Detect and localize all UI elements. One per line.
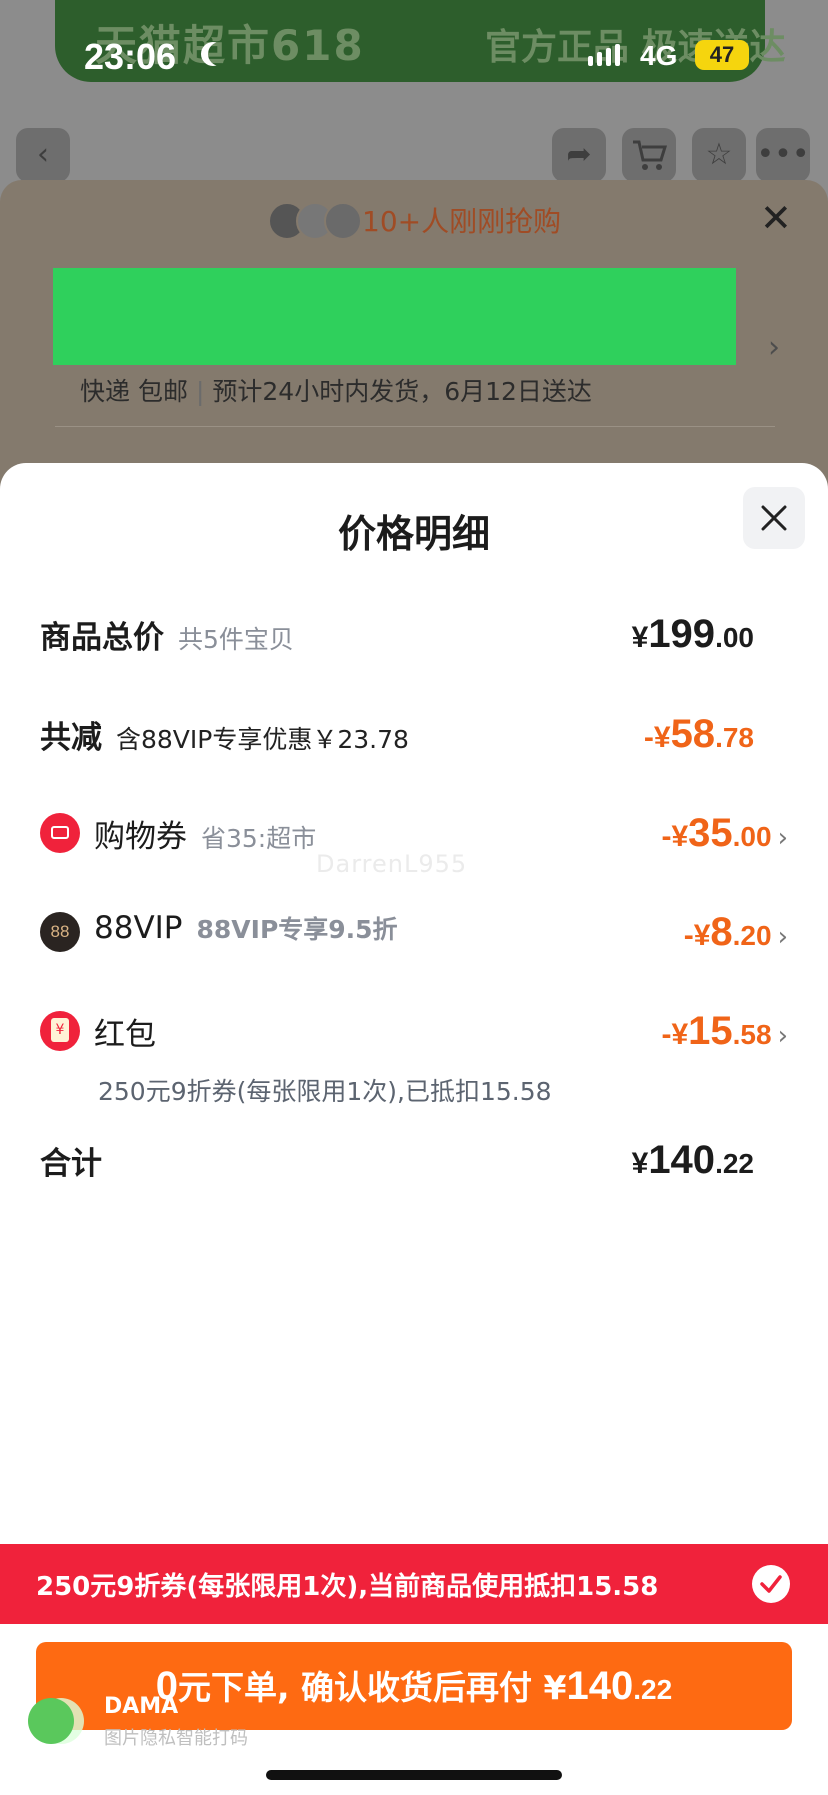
- amount-dec: .00: [732, 821, 772, 852]
- delivery-info: 快递 包邮 | 预计24小时内发货，6月12日送达: [80, 377, 592, 406]
- signal-icon: [588, 44, 620, 66]
- currency: ¥: [631, 621, 649, 654]
- status-time: 23:06: [84, 36, 177, 77]
- amount-dec: .22: [715, 1148, 754, 1179]
- home-indicator[interactable]: [266, 1770, 562, 1780]
- coupon-label: 购物券 省35:超市: [94, 811, 316, 856]
- delivery-method: 快递 包邮: [80, 377, 188, 406]
- amount-int: 35: [688, 811, 733, 855]
- more-icon[interactable]: •••: [756, 128, 810, 182]
- goods-total-amount: ¥199.00: [632, 612, 754, 657]
- item-count: 共5件宝贝: [178, 625, 294, 654]
- redacted-address: [53, 268, 736, 365]
- network-type: 4G: [640, 40, 678, 71]
- currency: -¥: [661, 1018, 689, 1051]
- amount-dec: .58: [732, 1019, 772, 1050]
- amount-int: 15: [688, 1009, 733, 1053]
- buyer-avatars: [268, 202, 362, 240]
- red-packet-amount: -¥ 15.58 ›: [661, 1009, 788, 1054]
- coupon-text: 购物券: [94, 819, 187, 855]
- dama-brand: DAMA: [104, 1694, 179, 1719]
- red-packet-label: 红包: [94, 1017, 156, 1053]
- submit-amount-int: 140: [566, 1664, 634, 1708]
- amount-int: 199: [648, 612, 716, 656]
- currency: -¥: [661, 820, 689, 853]
- coupon-amount: -¥ 35.00 ›: [661, 811, 788, 856]
- vip-amount: -¥ 8.20 ›: [684, 910, 788, 955]
- check-icon[interactable]: [752, 1565, 790, 1603]
- goods-total-text: 商品总价: [40, 620, 164, 656]
- close-icon[interactable]: ✕: [760, 196, 792, 240]
- reduction-detail: 含88VIP专享优惠￥23.78: [116, 725, 409, 754]
- row-88vip[interactable]: 88 88VIP 88VIP专享9.5折 -¥ 8.20 ›: [40, 910, 788, 960]
- sum-amount: ¥140.22: [632, 1138, 754, 1183]
- vip-88-icon: 88: [40, 912, 80, 952]
- cart-icon[interactable]: [622, 128, 676, 182]
- chevron-right-icon[interactable]: ›: [778, 1021, 788, 1051]
- submit-amount-dec: .22: [633, 1674, 673, 1705]
- status-bar: 23:06 4G 47: [0, 0, 828, 110]
- submit-currency: ¥: [543, 1668, 567, 1707]
- chevron-right-icon[interactable]: ›: [768, 330, 780, 365]
- red-packet-note: 250元9折券(每张限用1次),已抵扣15.58: [98, 1077, 552, 1106]
- promo-text: 250元9折券(每张限用1次),当前商品使用抵扣15.58: [36, 1572, 659, 1602]
- divider: [55, 426, 775, 427]
- red-packet-icon: [40, 1011, 80, 1051]
- moon-icon: [208, 42, 232, 66]
- sum-label: 合计: [40, 1146, 102, 1182]
- coupon-detail: 省35:超市: [201, 824, 317, 853]
- amount-int: 8: [710, 910, 733, 954]
- row-red-packet[interactable]: 红包 -¥15.58›: [40, 1009, 788, 1059]
- dama-logo-icon: [28, 1698, 74, 1744]
- submit-text: 元下单, 确认收货后再付: [178, 1668, 544, 1707]
- user-watermark: DarrenL955: [316, 850, 468, 878]
- goods-total-label: 商品总价 共5件宝贝: [40, 612, 294, 657]
- row-sum: 合计 ¥140.22: [40, 1138, 788, 1188]
- row-goods-total: 商品总价 共5件宝贝 ¥199.00: [40, 612, 788, 662]
- buyers-count: 10+人刚刚抢购: [362, 205, 562, 238]
- reduction-text: 共减: [40, 720, 102, 756]
- promo-bar[interactable]: 250元9折券(每张限用1次),当前商品使用抵扣15.58: [0, 1544, 828, 1624]
- reduction-amount: -¥ 58.78: [644, 712, 754, 757]
- dama-subtitle: 图片隐私智能打码: [104, 1728, 248, 1749]
- sheet-title: 价格明细: [337, 512, 490, 556]
- amount-int: 58: [670, 712, 716, 756]
- delivery-estimate: 预计24小时内发货，6月12日送达: [212, 377, 592, 406]
- battery-icon: 47: [695, 40, 749, 70]
- star-icon[interactable]: ☆: [692, 128, 746, 182]
- close-button[interactable]: [743, 487, 805, 549]
- currency: -¥: [643, 721, 671, 754]
- coupon-icon: [40, 813, 80, 853]
- currency: ¥: [631, 1147, 649, 1180]
- chevron-right-icon[interactable]: ›: [778, 922, 788, 952]
- amount-int: 140: [648, 1138, 716, 1182]
- reduction-label: 共减 含88VIP专享优惠￥23.78: [40, 712, 409, 757]
- chevron-right-icon[interactable]: ›: [778, 823, 788, 853]
- vip-detail: 88VIP专享9.5折: [196, 915, 398, 944]
- amount-dec: .20: [732, 920, 772, 951]
- amount-dec: .00: [715, 622, 754, 653]
- avatar: [324, 202, 362, 240]
- vip-text: 88VIP: [94, 910, 183, 946]
- vip-label: 88VIP 88VIP专享9.5折: [94, 910, 398, 946]
- share-icon[interactable]: ➦: [552, 128, 606, 182]
- row-total-reduction: 共减 含88VIP专享优惠￥23.78 -¥ 58.78: [40, 712, 788, 762]
- close-icon: [761, 505, 787, 531]
- currency: -¥: [683, 919, 711, 952]
- back-icon[interactable]: ‹: [16, 128, 70, 182]
- amount-dec: .78: [715, 722, 754, 753]
